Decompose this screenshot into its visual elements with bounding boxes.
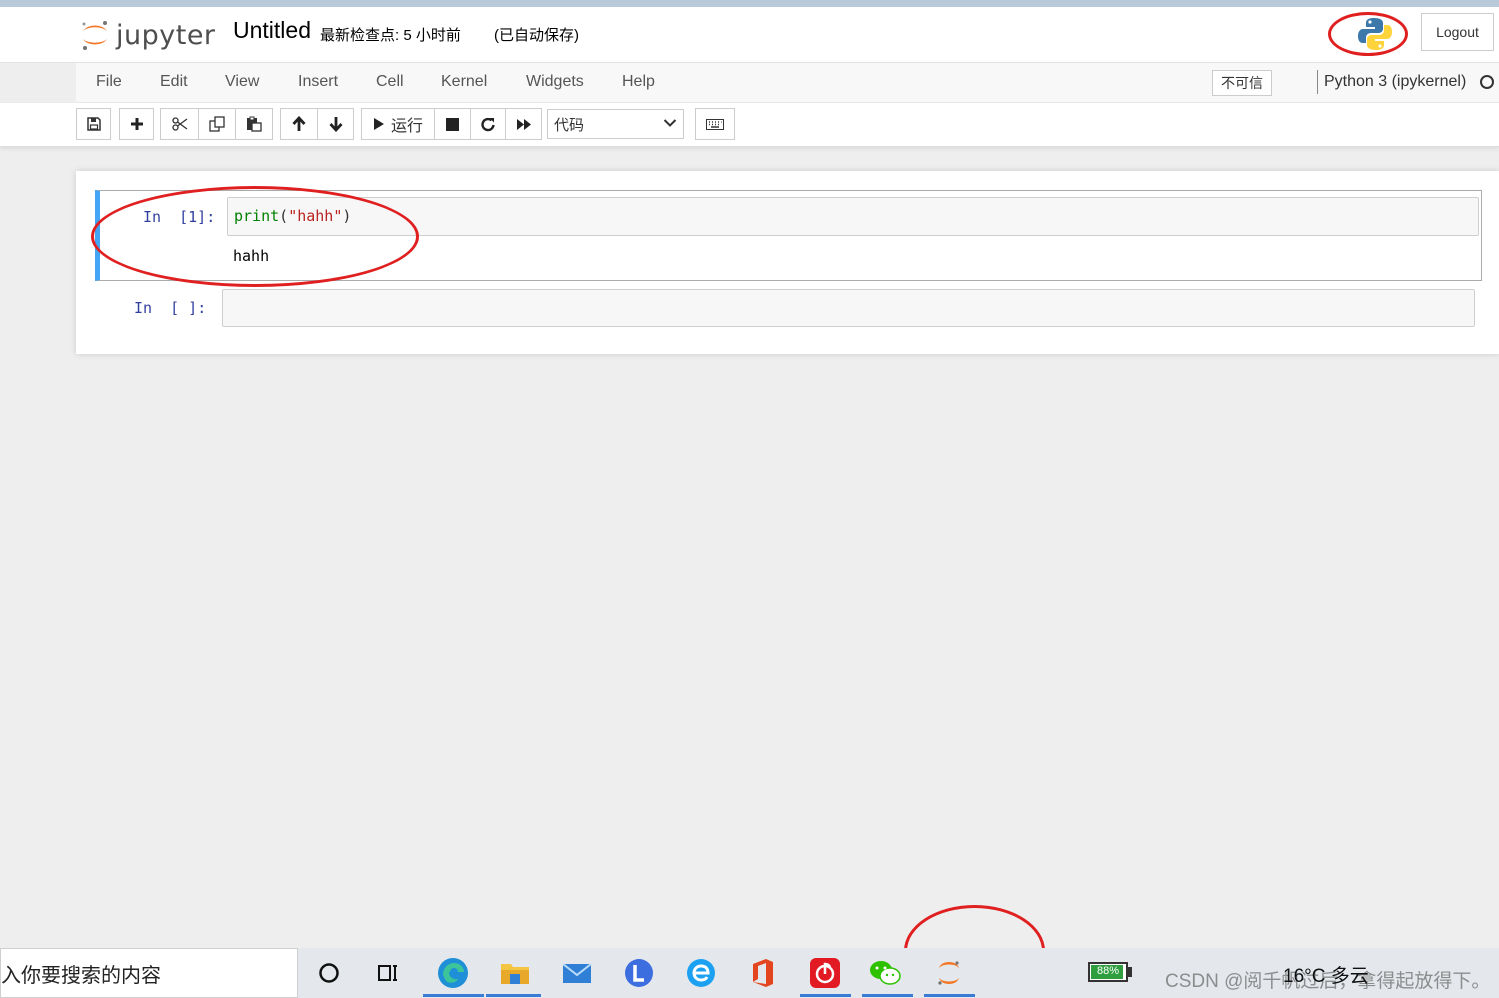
menu-edit[interactable]: Edit [160,73,188,91]
scissors-icon [171,117,187,131]
search-placeholder: 入你要搜索的内容 [1,964,161,987]
taskbar-search-input[interactable]: 入你要搜索的内容 [0,948,298,998]
menu-help[interactable]: Help [622,73,655,91]
jupyter-active-indicator [924,994,975,997]
menu-file[interactable]: File [96,73,122,91]
jupyter-logo-icon [80,17,110,53]
code-paren-close: ) [342,207,352,225]
paste-cell-button[interactable] [235,108,273,140]
checkpoint-status: 最新检查点: 5 小时前 [320,27,461,44]
autosave-status: (已自动保存) [494,27,579,44]
jupyter-logo-text: jupyter [116,19,216,51]
lark-app-icon[interactable] [622,956,656,990]
notebook-toolbar: 运行 代码 [0,103,1499,147]
cortana-icon[interactable] [312,956,346,990]
code-cell-1[interactable]: In [1]: print("hahh") hahh [95,190,1482,281]
input-prompt: In [ ]: [134,299,207,317]
chevron-down-icon [663,119,677,127]
input-prompt: In [1]: [143,208,216,226]
restart-kernel-button[interactable] [470,108,506,140]
edge-browser-icon[interactable] [436,956,470,990]
logout-button[interactable]: Logout [1421,13,1494,51]
insert-cell-button[interactable] [119,108,154,140]
jupyter-logo[interactable]: jupyter [80,15,216,55]
python-kernel-logo-icon [1356,15,1394,53]
netease-music-icon[interactable] [808,956,842,990]
music-active-indicator [800,994,851,997]
menu-view[interactable]: View [225,73,259,91]
kernel-name: Python 3 (ipykernel) [1324,73,1467,90]
plus-icon [130,118,143,130]
run-label: 运行 [390,118,423,135]
file-explorer-icon[interactable] [498,956,532,990]
battery-percent: 88% [1096,965,1120,977]
interrupt-kernel-button[interactable] [434,108,471,140]
notebook-header: jupyter Untitled 最新检查点: 5 小时前 (已自动保存) Lo… [0,7,1499,63]
move-down-button[interactable] [317,108,354,140]
weather-widget[interactable]: 16°C 多云 [1283,961,1369,988]
save-button[interactable] [76,108,111,140]
ie-browser-icon[interactable] [684,956,718,990]
trust-notebook-button[interactable]: 不可信 [1212,70,1272,96]
wechat-active-indicator [862,994,913,997]
code-cell-2[interactable]: In [ ]: [95,286,1482,330]
kernel-separator [1317,70,1318,94]
battery-icon: 88% [1088,962,1128,982]
kernel-idle-indicator-icon [1480,75,1494,89]
menu-kernel[interactable]: Kernel [441,73,487,91]
task-view-icon[interactable] [372,956,406,990]
cell-type-select[interactable]: 代码 [547,109,684,139]
wechat-icon[interactable] [868,956,902,990]
arrow-down-icon [328,117,343,132]
menu-cell[interactable]: Cell [376,73,404,91]
cell-output: hahh [233,247,270,265]
play-icon [373,118,384,130]
code-string: "hahh" [288,207,343,225]
mail-icon[interactable] [560,956,594,990]
cut-cell-button[interactable] [160,108,199,140]
code-editor[interactable]: print("hahh") [227,197,1479,236]
fast-forward-icon [516,118,531,130]
edge-active-indicator [423,994,484,997]
office-icon[interactable] [746,956,780,990]
cell-type-value: 代码 [554,116,585,134]
command-palette-button[interactable] [695,108,735,140]
jupyter-taskbar-icon[interactable] [932,956,966,990]
move-up-button[interactable] [280,108,318,140]
notebook-container: In [1]: print("hahh") hahh In [ ]: [76,171,1499,354]
notebook-title[interactable]: Untitled [233,17,311,44]
menu-insert[interactable]: Insert [298,73,338,91]
explorer-active-indicator [486,994,541,997]
window-top-border [0,0,1499,7]
code-text: print("hahh") [234,207,351,225]
save-icon [86,117,101,131]
refresh-icon [480,117,495,131]
menubar: File Edit View Insert Cell Kernel Widget… [76,63,1499,103]
code-paren-open: ( [279,207,289,225]
arrow-up-icon [292,116,306,131]
paste-icon [247,116,262,132]
restart-run-all-button[interactable] [505,108,542,140]
battery-tip [1128,967,1132,977]
code-editor[interactable] [222,289,1475,327]
menu-widgets[interactable]: Widgets [526,73,584,91]
run-cell-button[interactable]: 运行 [361,108,435,140]
copy-icon [209,116,225,132]
code-function: print [234,207,280,225]
copy-cell-button[interactable] [198,108,236,140]
windows-taskbar: 入你要搜索的内容 88% CSDN @阅千帆过后，拿得起放得下。 16°C 多云 [0,948,1499,998]
stop-icon [446,117,459,131]
keyboard-icon [706,118,724,130]
